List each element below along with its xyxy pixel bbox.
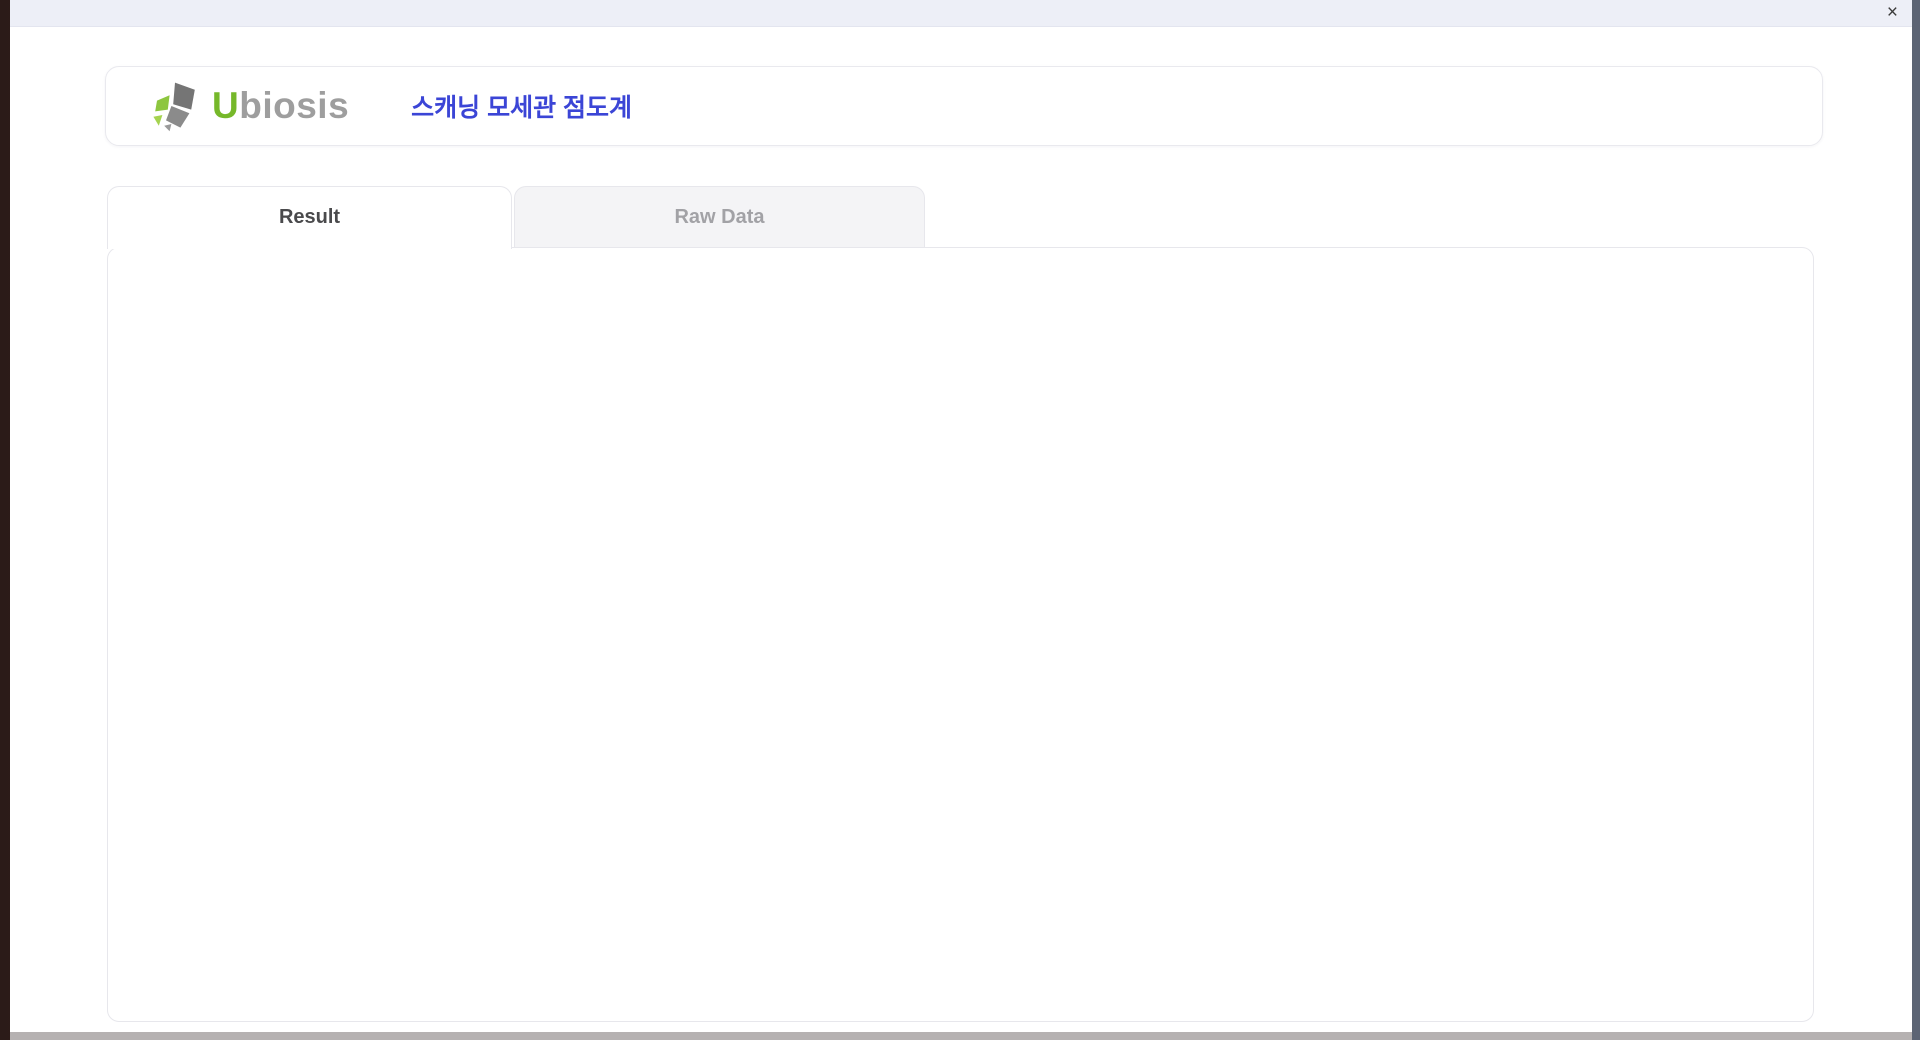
header-card: Ubiosis 스캐닝 모세관 점도계 (105, 66, 1823, 146)
tab-result[interactable]: Result (107, 186, 512, 249)
app-window: × Ubiosis 스캐닝 모세관 점도계 Result Raw Data (10, 0, 1912, 1032)
ubiosis-logo: Ubiosis (148, 79, 349, 133)
logo-letter-u: U (212, 85, 239, 126)
ubiosis-logo-icon (148, 79, 202, 133)
tab-raw-data[interactable]: Raw Data (514, 186, 925, 247)
logo-letters-rest: biosis (239, 85, 349, 126)
window-titlebar: × (10, 0, 1912, 27)
logo-text: Ubiosis (212, 85, 349, 127)
window-bottom-edge (10, 1032, 1912, 1040)
content-panel (107, 247, 1814, 1022)
page-title: 스캐닝 모세관 점도계 (411, 88, 632, 124)
window-close-button[interactable]: × (1887, 1, 1898, 25)
